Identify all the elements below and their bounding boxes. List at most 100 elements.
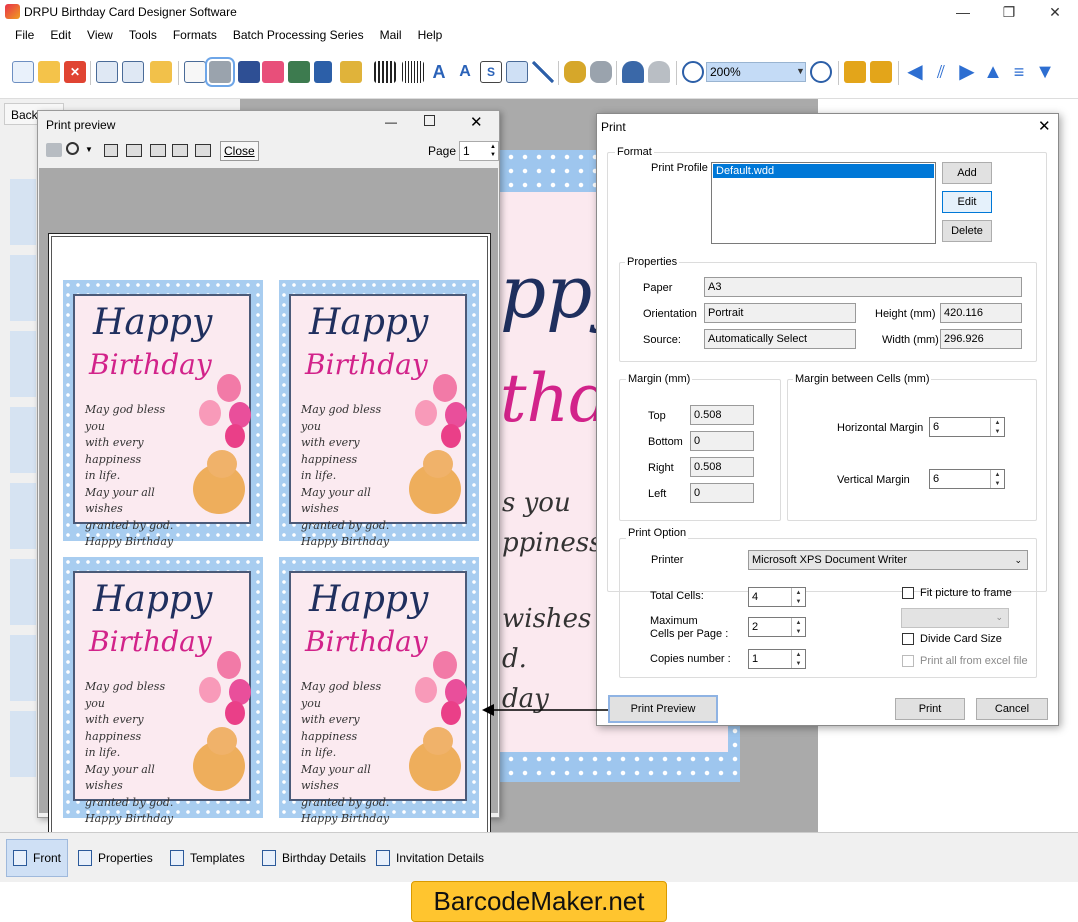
edit-profile-button[interactable]: Edit (942, 191, 992, 213)
page-spinner[interactable]: 1 ▲ ▼ (459, 141, 499, 161)
wordart-icon[interactable]: A (454, 61, 476, 83)
gift-icon[interactable] (262, 61, 284, 83)
page-setup-icon[interactable] (184, 61, 206, 83)
cancel-button[interactable]: Cancel (976, 698, 1048, 720)
barcode-icon[interactable] (374, 61, 396, 83)
divide-card-checkbox[interactable] (902, 633, 914, 645)
delete-profile-button[interactable]: Delete (942, 220, 992, 242)
arrow-right-icon[interactable]: ▶ (956, 61, 978, 83)
three-page-icon[interactable] (150, 144, 166, 157)
card-happy-text: Happy (93, 579, 213, 620)
spinner-arrows-icon[interactable]: ▲ ▼ (990, 470, 1004, 488)
text-icon[interactable]: A (428, 61, 450, 83)
paper-field[interactable]: A3 (704, 277, 1022, 297)
arrow-down-icon[interactable]: ▼ (1034, 61, 1056, 83)
flip-icon[interactable]: ⫽ (930, 61, 952, 83)
right-margin-field[interactable]: 0.508 (690, 457, 754, 477)
menu-file[interactable]: File (9, 28, 44, 42)
tab-properties[interactable]: Properties (72, 839, 159, 877)
print-icon[interactable] (205, 57, 235, 87)
six-page-icon[interactable] (195, 144, 211, 157)
tab-templates[interactable]: Templates (164, 839, 251, 877)
close-icon[interactable]: ✕ (1038, 117, 1051, 135)
top-margin-field[interactable]: 0.508 (690, 405, 754, 425)
tab-invitation-details[interactable]: Invitation Details (370, 839, 490, 877)
chevron-down-icon[interactable]: ⌄ (1014, 555, 1022, 566)
arrow-up-icon[interactable]: ▲ (982, 61, 1004, 83)
spinner-arrows-icon[interactable]: ▲ ▼ (990, 418, 1004, 436)
menu-batch-processing[interactable]: Batch Processing Series (227, 28, 374, 42)
zoom-out-icon[interactable] (810, 61, 832, 83)
undo-icon[interactable] (622, 61, 644, 83)
four-page-icon[interactable] (172, 144, 188, 157)
chevron-down-icon[interactable]: ▼ (796, 66, 805, 76)
database-icon[interactable] (564, 61, 586, 83)
zoom-icon[interactable] (66, 142, 79, 155)
export-icon[interactable] (150, 61, 172, 83)
minimize-button[interactable]: — (940, 0, 986, 24)
spinner-arrows-icon[interactable]: ▲ ▼ (791, 618, 805, 636)
width-field[interactable]: 296.926 (940, 329, 1022, 349)
redo-icon[interactable] (648, 61, 670, 83)
chevron-down-icon[interactable]: ▼ (85, 145, 93, 154)
arrow-left-icon[interactable]: ◀ (904, 61, 926, 83)
lock-icon[interactable] (844, 61, 866, 83)
menu-help[interactable]: Help (412, 28, 453, 42)
print-profile-item[interactable]: Default.wdd (713, 164, 934, 178)
max-cells-spinner[interactable]: 2 ▲ ▼ (748, 617, 806, 637)
close-icon[interactable]: ✕ (64, 61, 86, 83)
left-margin-field[interactable]: 0 (690, 483, 754, 503)
zoom-in-icon[interactable] (682, 61, 704, 83)
unlock-icon[interactable] (870, 61, 892, 83)
line-icon[interactable] (532, 61, 554, 83)
spinner-arrows-icon[interactable]: ▲ ▼ (791, 650, 805, 668)
orientation-field[interactable]: Portrait (704, 303, 856, 323)
menu-tools[interactable]: Tools (123, 28, 167, 42)
copies-spinner[interactable]: 1 ▲ ▼ (748, 649, 806, 669)
shapes-icon[interactable] (340, 61, 362, 83)
save-icon[interactable] (96, 61, 118, 83)
bottom-margin-field[interactable]: 0 (690, 431, 754, 451)
two-page-icon[interactable] (126, 144, 142, 157)
maximize-icon[interactable] (424, 115, 435, 126)
minimize-icon[interactable]: — (385, 115, 397, 129)
pen-icon[interactable] (314, 61, 332, 83)
menu-mail[interactable]: Mail (374, 28, 412, 42)
preview-close-button[interactable]: Close (220, 141, 259, 161)
tab-front[interactable]: Front (6, 839, 69, 877)
signature-icon[interactable]: S (480, 61, 502, 83)
close-app-button[interactable]: ✕ (1032, 0, 1078, 24)
save-as-icon[interactable] (122, 61, 144, 83)
database2-icon[interactable] (590, 61, 612, 83)
print-profile-list[interactable]: Default.wdd (711, 162, 936, 244)
spinner-arrows-icon[interactable]: ▲ ▼ (490, 143, 496, 159)
open-icon[interactable] (38, 61, 60, 83)
height-field[interactable]: 420.116 (940, 303, 1022, 323)
add-profile-button[interactable]: Add (942, 162, 992, 184)
tab-birthday-details[interactable]: Birthday Details (256, 839, 372, 877)
zoom-combo[interactable]: 200% (706, 62, 806, 82)
mail-icon[interactable] (506, 61, 528, 83)
align-icon[interactable]: ≡ (1008, 61, 1030, 83)
fit-picture-checkbox[interactable] (902, 587, 914, 599)
spinner-arrows-icon[interactable]: ▲ ▼ (791, 588, 805, 606)
horizontal-margin-spinner[interactable]: 6 ▲ ▼ (929, 417, 1005, 437)
print-icon[interactable] (46, 143, 62, 157)
maximize-button[interactable]: ❐ (986, 0, 1032, 24)
print-preview-button[interactable]: Print Preview (608, 695, 718, 723)
menu-edit[interactable]: Edit (44, 28, 81, 42)
menu-formats[interactable]: Formats (167, 28, 227, 42)
template-thumbnails[interactable] (10, 179, 36, 779)
total-cells-spinner[interactable]: 4 ▲ ▼ (748, 587, 806, 607)
close-icon[interactable]: ✕ (470, 113, 483, 131)
new-icon[interactable] (12, 61, 34, 83)
image-icon[interactable] (288, 61, 310, 83)
menu-view[interactable]: View (81, 28, 123, 42)
print-button[interactable]: Print (895, 698, 965, 720)
one-page-icon[interactable] (104, 144, 118, 157)
barcode2-icon[interactable] (402, 61, 424, 83)
vertical-margin-spinner[interactable]: 6 ▲ ▼ (929, 469, 1005, 489)
copy-icon[interactable] (238, 61, 260, 83)
printer-select[interactable]: Microsoft XPS Document Writer ⌄ (748, 550, 1028, 570)
source-field[interactable]: Automatically Select (704, 329, 856, 349)
